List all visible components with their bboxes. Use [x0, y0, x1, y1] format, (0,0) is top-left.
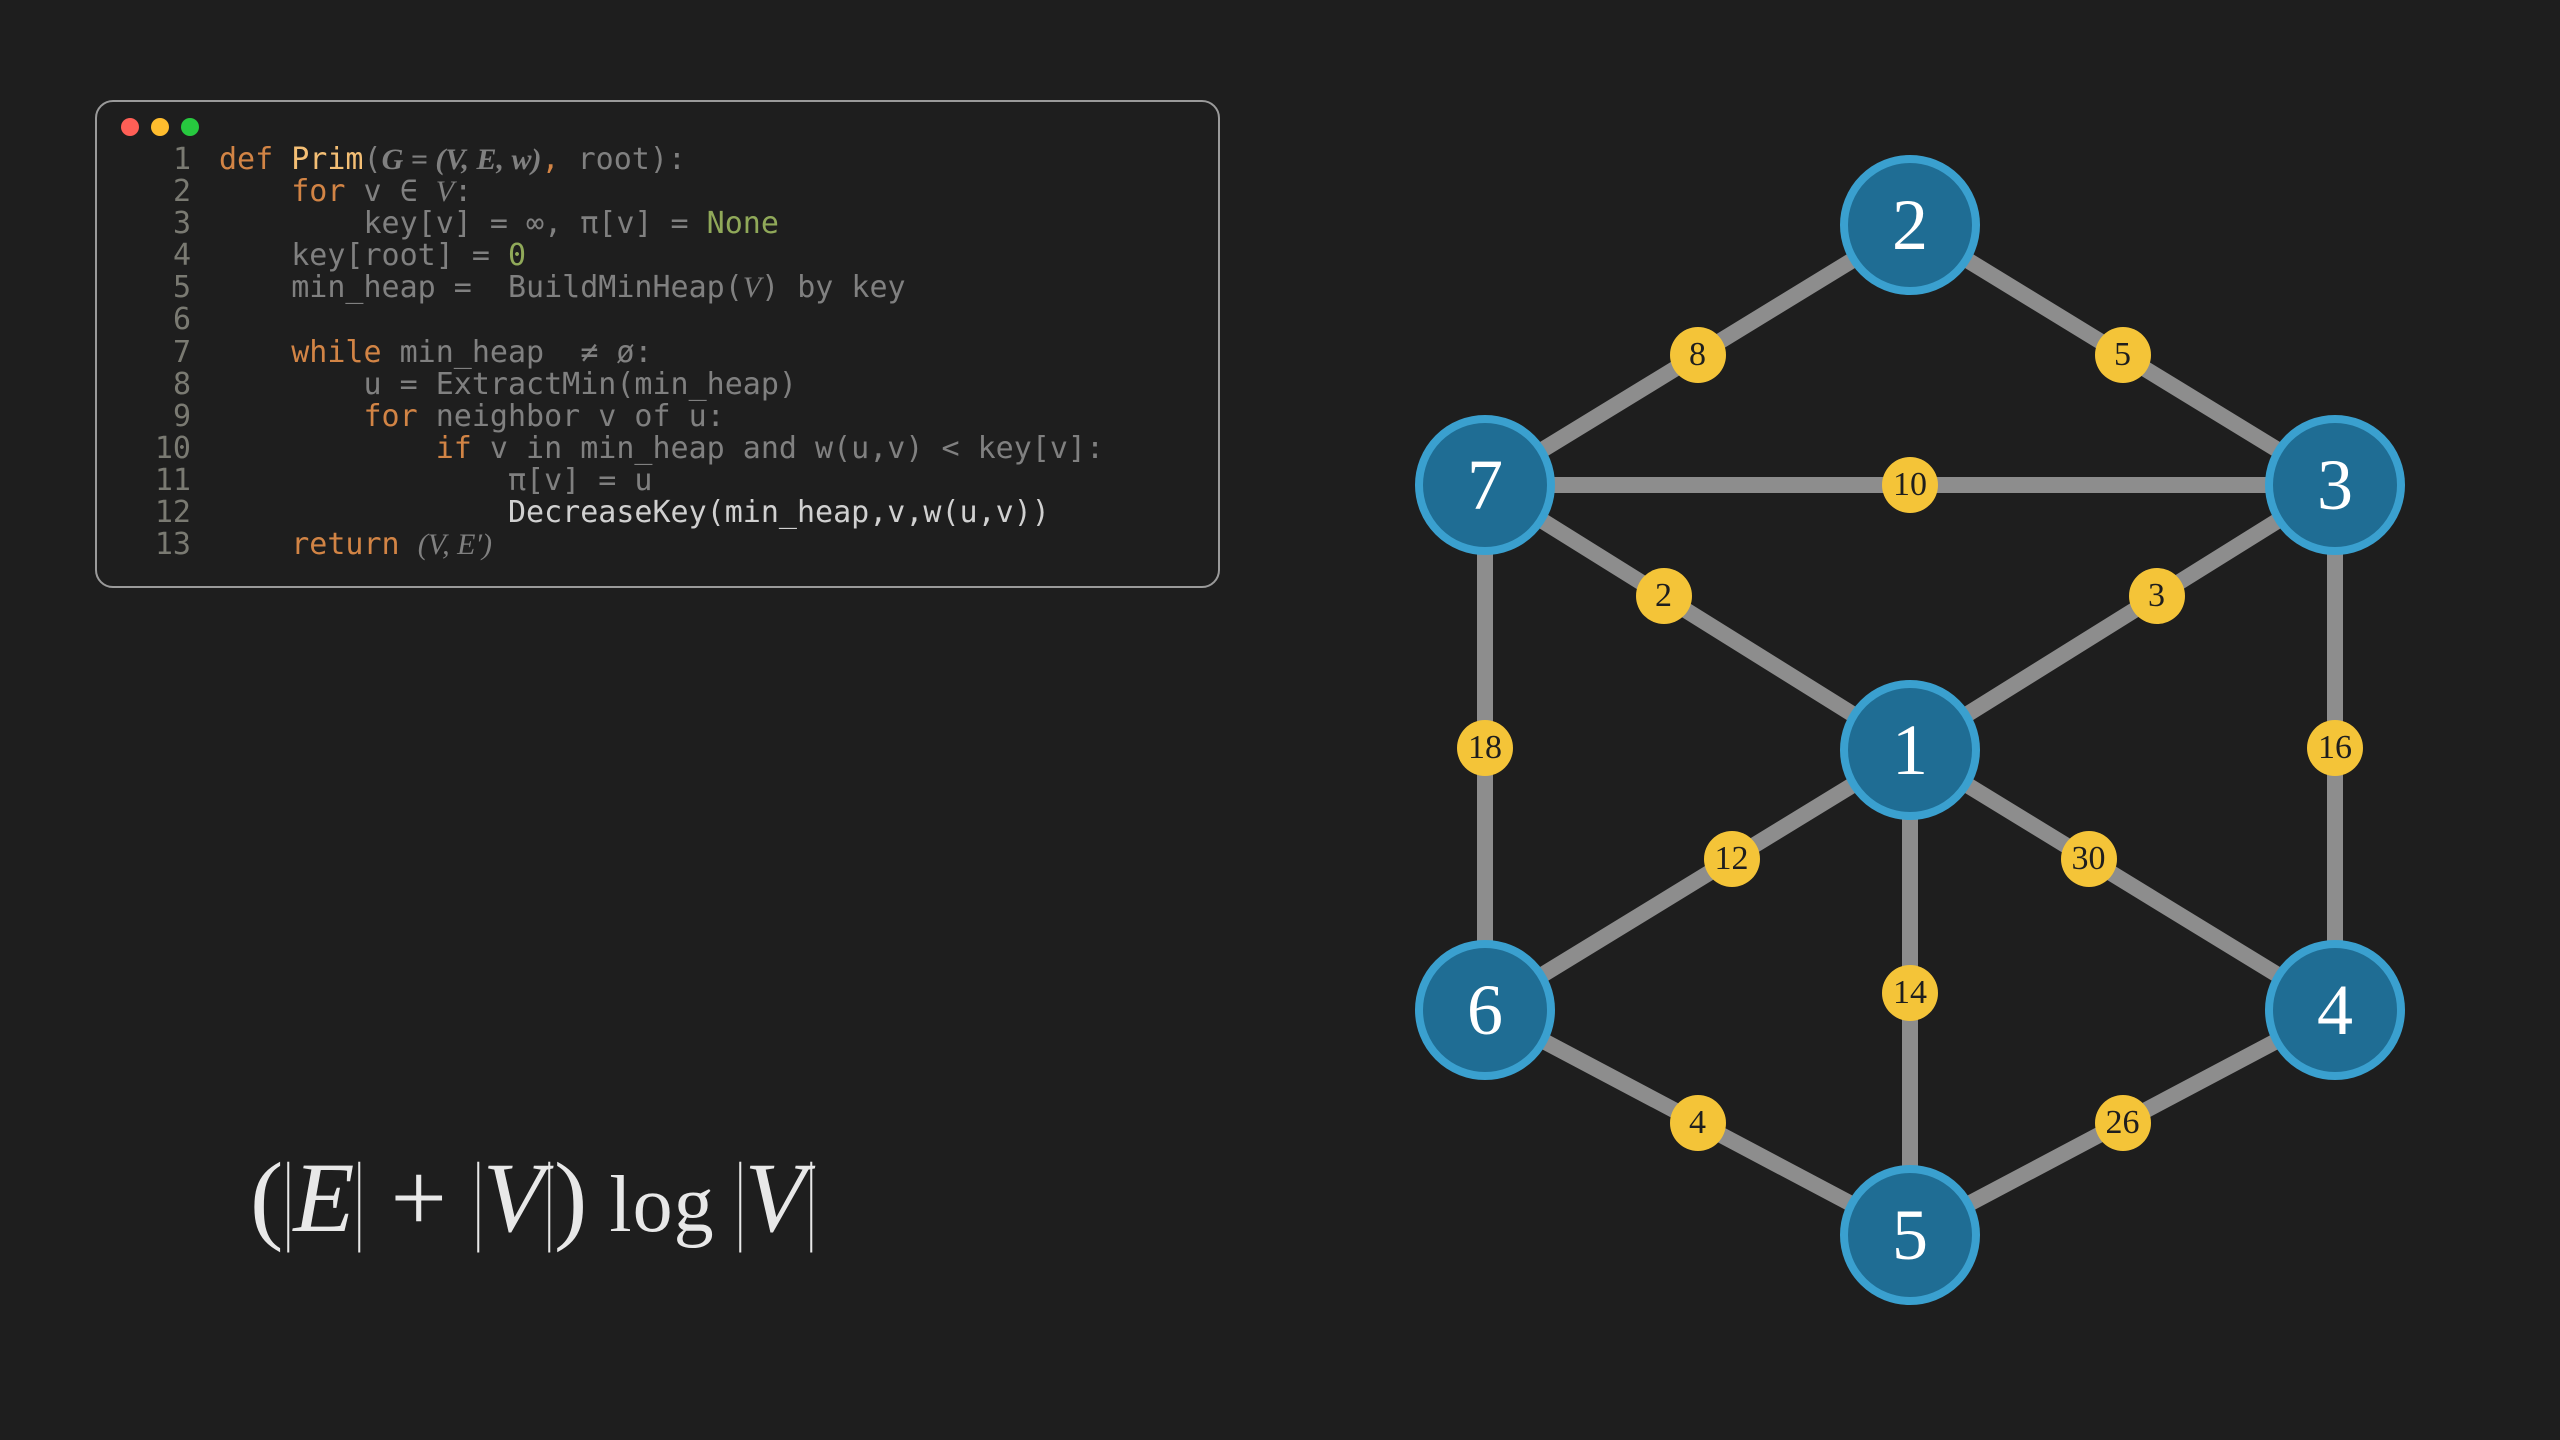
line-number: 11 [127, 465, 191, 497]
line-number: 5 [127, 272, 191, 304]
line-number: 4 [127, 240, 191, 272]
graph-node: 5 [1840, 1165, 1980, 1305]
edge-weight: 14 [1882, 965, 1938, 1021]
graph-node: 6 [1415, 940, 1555, 1080]
minimize-icon [151, 118, 169, 136]
close-icon [121, 118, 139, 136]
edge-weight: 2 [1636, 568, 1692, 624]
graph-edge [1485, 750, 1910, 1010]
line-number: 7 [127, 337, 191, 369]
code-block: 1def Prim(G = (V, E, w), root): 2 for v … [127, 144, 1188, 561]
edge-weight: 16 [2307, 720, 2363, 776]
line-number: 12 [127, 497, 191, 529]
slide: 1def Prim(G = (V, E, w), root): 2 for v … [0, 0, 2560, 1440]
code-window: 1def Prim(G = (V, E, w), root): 2 for v … [95, 100, 1220, 588]
edge-weight: 12 [1704, 831, 1760, 887]
line-number: 6 [127, 304, 191, 336]
graph-edge [1910, 750, 2335, 1010]
window-controls [121, 118, 1188, 136]
maximize-icon [181, 118, 199, 136]
line-number: 8 [127, 369, 191, 401]
edge-weight: 30 [2061, 831, 2117, 887]
line-number: 13 [127, 529, 191, 561]
graph-diagram: 85102318161230144261234567 [1380, 130, 2440, 1270]
line-number: 2 [127, 176, 191, 208]
edge-weight: 4 [1670, 1095, 1726, 1151]
edge-weight: 10 [1882, 457, 1938, 513]
edge-weight: 26 [2095, 1095, 2151, 1151]
graph-node: 4 [2265, 940, 2405, 1080]
line-number: 9 [127, 401, 191, 433]
graph-node: 2 [1840, 155, 1980, 295]
graph-node: 3 [2265, 415, 2405, 555]
edge-weight: 18 [1457, 720, 1513, 776]
graph-node: 1 [1840, 680, 1980, 820]
graph-edge [1910, 485, 2335, 750]
line-number: 1 [127, 144, 191, 176]
edge-weight: 3 [2129, 568, 2185, 624]
edge-weight: 5 [2095, 327, 2151, 383]
edge-weight: 8 [1670, 327, 1726, 383]
graph-edge [1485, 485, 1910, 750]
line-number: 3 [127, 208, 191, 240]
line-number: 10 [127, 433, 191, 465]
graph-node: 7 [1415, 415, 1555, 555]
complexity-formula: (|E| + |V|) log |V| [250, 1140, 816, 1255]
